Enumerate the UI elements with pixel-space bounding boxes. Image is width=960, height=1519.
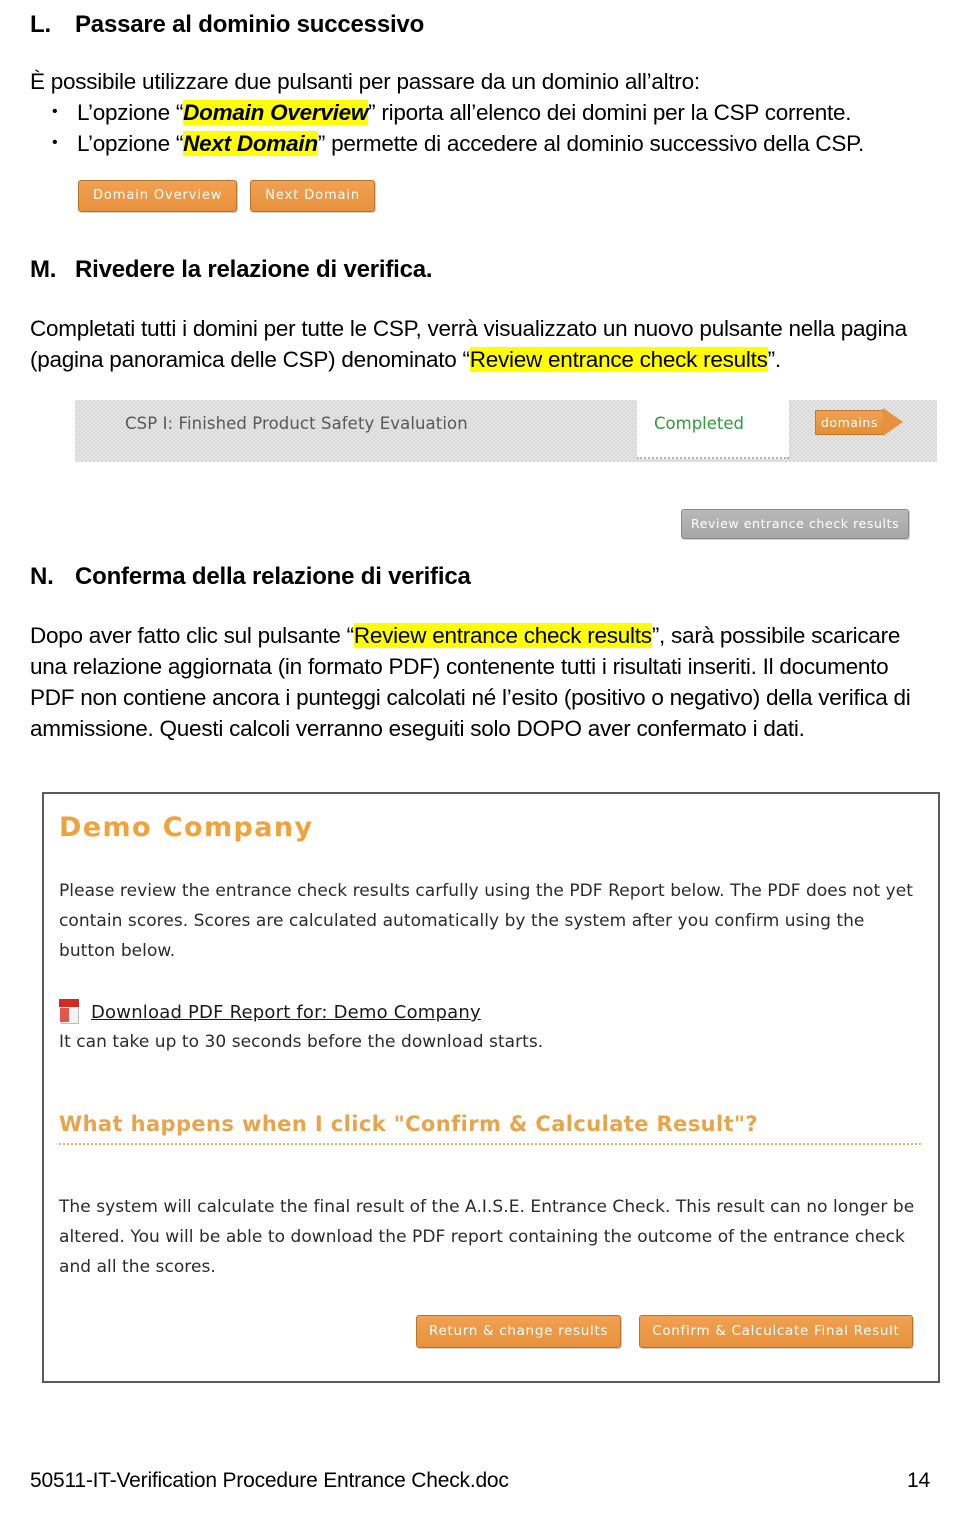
bullet-0-highlight: Domain Overview — [183, 100, 369, 125]
section-n-para-before: Dopo aver fatto clic sul pulsante “ — [30, 623, 354, 648]
domains-arrow-button[interactable]: domains — [815, 408, 903, 436]
download-pdf-report-link[interactable]: Download PDF Report for: Demo Company — [91, 1002, 481, 1023]
next-domain-button[interactable]: Next Domain — [250, 180, 376, 212]
csp-status-row-screenshot: CSP I: Finished Product Safety Evaluatio… — [75, 400, 937, 462]
arrow-right-icon — [883, 408, 903, 436]
section-m-block: M. Rivedere la relazione di verifica. Co… — [30, 255, 930, 375]
page-title: Demo Company — [59, 812, 314, 843]
section-n-paragraph: Dopo aver fatto clic sul pulsante “Revie… — [30, 620, 930, 744]
pdf-icon — [59, 999, 79, 1024]
pdf-icon-band-secondary — [60, 1008, 69, 1022]
section-m-para-highlight: Review entrance check results — [469, 347, 768, 372]
panel-intro-text: Please review the entrance check results… — [59, 881, 913, 961]
status-badge: Completed — [654, 414, 744, 433]
confirm-section-body: The system will calculate the final resu… — [59, 1197, 915, 1277]
section-n-para-highlight: Review entrance check results — [353, 623, 652, 648]
bullet-1-before: L’opzione “ — [77, 131, 184, 156]
domain-navigation-buttons-screenshot: Domain Overview Next Domain — [78, 180, 388, 212]
csp-status-cell: Completed — [637, 400, 789, 459]
footer-page-number: 14 — [907, 1469, 930, 1492]
section-n-title: Conferma della relazione di verifica — [75, 563, 471, 590]
list-item: L’opzione “Next Domain” permette di acce… — [30, 127, 930, 159]
section-n-block: N. Conferma della relazione di verifica … — [30, 562, 930, 744]
section-l-heading: L. Passare al dominio successivo — [30, 10, 930, 40]
bullet-1-highlight: Next Domain — [183, 131, 318, 156]
pdf-download-note: It can take up to 30 seconds before the … — [59, 1032, 544, 1052]
section-m-paragraph: Completati tutti i domini per tutte le C… — [30, 313, 930, 375]
section-n-heading: N. Conferma della relazione di verifica — [30, 562, 930, 592]
confirm-calculate-final-result-button[interactable]: Confirm & Calculcate Final Result — [639, 1315, 913, 1348]
bullet-0-before: L’opzione “ — [77, 100, 184, 125]
footer-filename: 50511-IT-Verification Procedure Entrance… — [30, 1469, 509, 1492]
pdf-download-row[interactable]: Download PDF Report for: Demo Company — [59, 999, 481, 1024]
panel-action-buttons: Return & change results Confirm & Calculc… — [416, 1315, 913, 1348]
section-m-para-after: ”. — [767, 347, 782, 372]
section-m-letter: M. — [30, 256, 57, 283]
demo-company-panel-screenshot: Demo Company Please review the entrance … — [42, 792, 940, 1383]
csp-title-label: CSP I: Finished Product Safety Evaluatio… — [125, 414, 468, 433]
bullet-0-after: ” riporta all’elenco dei domini per la C… — [368, 100, 852, 125]
page-footer: 50511-IT-Verification Procedure Entrance… — [30, 1469, 930, 1493]
domain-overview-button[interactable]: Domain Overview — [78, 180, 238, 212]
section-l-intro: È possibile utilizzare due pulsanti per … — [30, 69, 700, 94]
section-l-letter: L. — [30, 11, 51, 38]
section-n-letter: N. — [30, 563, 54, 590]
section-l-bullets: L’opzione “Domain Overview” riporta all’… — [30, 96, 930, 159]
pdf-icon-band — [59, 999, 79, 1007]
domains-button-label: domains — [821, 415, 878, 430]
document-page: L. Passare al dominio successivo È possi… — [0, 0, 960, 1519]
section-m-heading: M. Rivedere la relazione di verifica. — [30, 255, 930, 285]
list-item: L’opzione “Domain Overview” riporta all’… — [30, 96, 930, 128]
section-l-title: Passare al dominio successivo — [75, 11, 425, 38]
bullet-1-after: ” permette di accedere al dominio succes… — [317, 131, 864, 156]
return-change-results-button[interactable]: Return & change results — [416, 1315, 622, 1348]
confirm-section-heading: What happens when I click "Confirm & Cal… — [59, 1112, 921, 1145]
review-entrance-check-results-button[interactable]: Review entrance check results — [681, 509, 910, 539]
review-entrance-button-screenshot: Review entrance check results — [681, 509, 910, 539]
section-m-title: Rivedere la relazione di verifica. — [75, 256, 433, 283]
